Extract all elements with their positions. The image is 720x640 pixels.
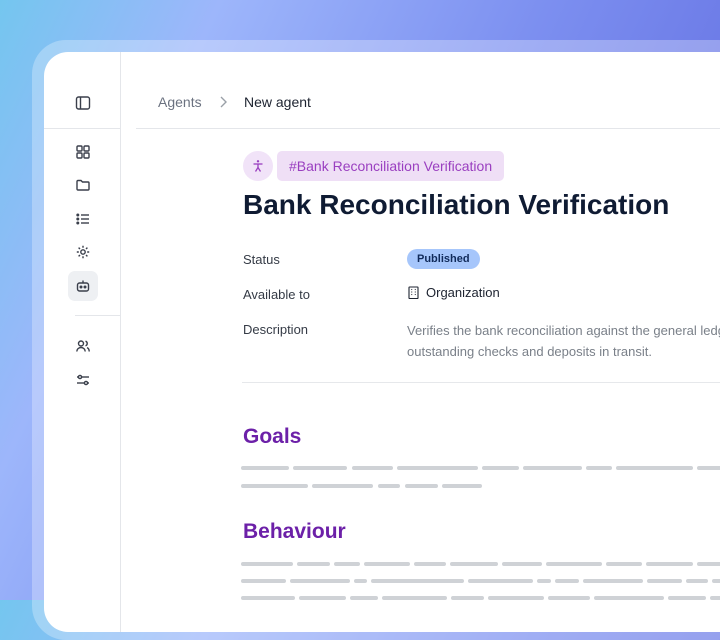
bot-icon[interactable]	[68, 271, 98, 301]
breadcrumb-item-current: New agent	[244, 94, 311, 110]
sliders-icon[interactable]	[68, 365, 98, 395]
behaviour-heading: Behaviour	[243, 520, 346, 543]
description-label: Description	[243, 322, 309, 337]
section-divider	[242, 382, 720, 383]
chevron-right-icon	[220, 96, 227, 108]
list-icon[interactable]	[68, 204, 98, 234]
available-to-text: Organization	[426, 285, 500, 300]
sidebar-divider	[44, 128, 120, 129]
breadcrumb-item-agents[interactable]: Agents	[158, 94, 202, 110]
folder-icon[interactable]	[68, 170, 98, 200]
status-badge: Published	[407, 249, 480, 269]
sidebar	[44, 52, 121, 632]
accessibility-icon	[243, 151, 273, 181]
users-icon[interactable]	[68, 331, 98, 361]
panel-toggle-icon[interactable]	[68, 88, 98, 118]
status-label: Status	[243, 252, 280, 267]
breadcrumb: Agents New agent	[136, 52, 720, 129]
description-text: Verifies the bank reconciliation against…	[407, 323, 720, 359]
available-to-label: Available to	[243, 287, 310, 302]
page-title: Bank Reconciliation Verification	[243, 189, 670, 220]
app-window: Agents New agent #Bank Reconciliation Ve…	[44, 52, 720, 632]
sidebar-divider	[75, 315, 120, 316]
building-icon	[408, 286, 419, 299]
breadcrumb-separator	[218, 95, 228, 112]
settings-icon[interactable]	[68, 237, 98, 267]
goals-heading: Goals	[243, 425, 302, 448]
available-to-value: Organization	[407, 285, 500, 300]
agent-tag: #Bank Reconciliation Verification	[277, 151, 505, 181]
dashboard-icon[interactable]	[68, 137, 98, 167]
